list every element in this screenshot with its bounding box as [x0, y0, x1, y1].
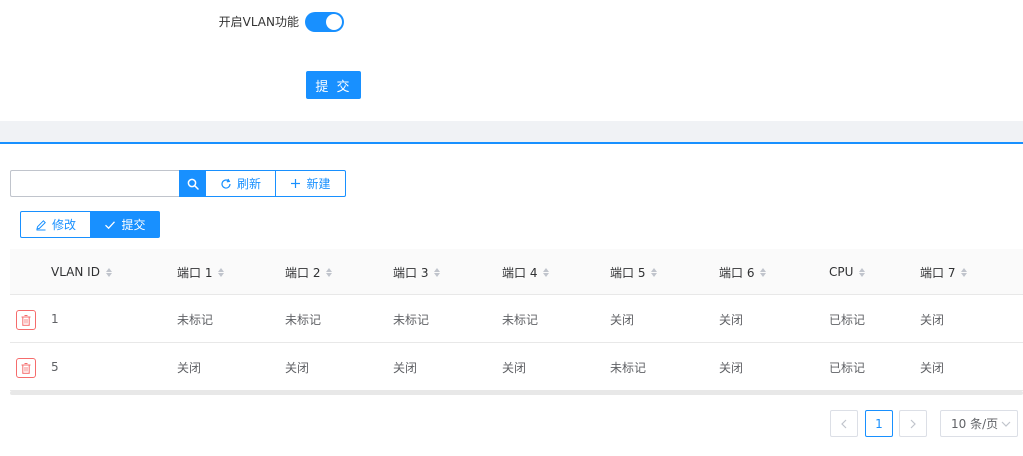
prev-page-button[interactable] — [830, 410, 858, 437]
search-button[interactable] — [179, 170, 206, 197]
page-size-label: 10 条/页 — [951, 417, 999, 431]
next-page-button[interactable] — [899, 410, 927, 437]
vlan-table: VLAN ID 端口 1 端口 2 端口 3 端口 4 端口 5 端口 6 CP… — [10, 249, 1023, 391]
cell-port-1: 未标记 — [177, 312, 214, 327]
sort-icon — [543, 267, 550, 277]
col-header-cpu[interactable]: CPU — [829, 249, 866, 295]
sort-icon — [760, 267, 767, 277]
delete-row-button[interactable] — [16, 358, 36, 378]
submit-button[interactable]: 提 交 — [306, 71, 361, 99]
cell-port-3: 未标记 — [393, 312, 430, 327]
table-row: 5 关闭 关闭 关闭 关闭 未标记 关闭 已标记 关闭 — [10, 343, 1023, 391]
refresh-icon — [221, 178, 231, 189]
section-accent-line — [0, 142, 1023, 144]
page-size-select[interactable]: 10 条/页 — [940, 410, 1018, 437]
col-header-port-3[interactable]: 端口 3 — [393, 249, 441, 295]
cell-port-2: 关闭 — [285, 360, 310, 375]
edit-icon — [36, 219, 46, 230]
cell-port-2: 未标记 — [285, 312, 322, 327]
edit-label: 修改 — [51, 218, 76, 232]
delete-icon — [21, 314, 31, 326]
delete-row-button[interactable] — [16, 310, 36, 330]
sort-icon — [434, 267, 441, 277]
search-icon — [187, 178, 199, 190]
cell-vlan-id: 5 — [51, 360, 59, 374]
col-header-vlan-id[interactable]: VLAN ID — [51, 249, 112, 295]
sort-icon — [218, 267, 225, 277]
delete-icon — [21, 362, 31, 374]
col-header-port-1[interactable]: 端口 1 — [177, 249, 225, 295]
chevron-left-icon — [841, 419, 847, 428]
vlan-toggle-switch[interactable] — [305, 12, 344, 32]
refresh-label: 刷新 — [236, 177, 261, 191]
sort-icon — [961, 267, 968, 277]
cell-port-4: 未标记 — [502, 312, 539, 327]
cell-port-6: 关闭 — [719, 312, 744, 327]
cell-port-5: 关闭 — [610, 312, 635, 327]
edit-button[interactable]: 修改 — [20, 211, 91, 238]
search-input[interactable] — [10, 170, 179, 197]
page-number-button[interactable]: 1 — [865, 410, 893, 437]
plus-icon — [291, 179, 301, 188]
sort-icon — [326, 267, 333, 277]
table-row: 1 未标记 未标记 未标记 未标记 关闭 关闭 已标记 关闭 — [10, 295, 1023, 343]
section-divider — [0, 121, 1023, 143]
col-header-port-5[interactable]: 端口 5 — [610, 249, 658, 295]
cell-port-7: 关闭 — [920, 312, 945, 327]
sort-icon — [859, 267, 866, 277]
sort-icon — [651, 267, 658, 277]
sort-icon — [105, 267, 112, 277]
commit-button[interactable]: 提交 — [90, 211, 160, 238]
cell-port-6: 关闭 — [719, 360, 744, 375]
chevron-down-icon — [1001, 421, 1011, 427]
cell-port-4: 关闭 — [502, 360, 527, 375]
refresh-button[interactable]: 刷新 — [205, 170, 276, 197]
cell-port-1: 关闭 — [177, 360, 202, 375]
new-button[interactable]: 新建 — [275, 170, 346, 197]
col-header-port-2[interactable]: 端口 2 — [285, 249, 333, 295]
cell-cpu: 已标记 — [829, 360, 866, 375]
cell-vlan-id: 1 — [51, 312, 59, 326]
col-header-port-4[interactable]: 端口 4 — [502, 249, 550, 295]
cell-port-7: 关闭 — [920, 360, 945, 375]
cell-port-3: 关闭 — [393, 360, 418, 375]
chevron-right-icon — [910, 419, 916, 428]
vlan-toggle-label: 开启VLAN功能 — [218, 15, 299, 29]
commit-label: 提交 — [121, 218, 146, 232]
cell-cpu: 已标记 — [829, 312, 866, 327]
check-icon — [105, 220, 116, 229]
table-horizontal-scrollbar[interactable] — [10, 391, 1023, 395]
table-header: VLAN ID 端口 1 端口 2 端口 3 端口 4 端口 5 端口 6 CP… — [10, 249, 1023, 295]
col-header-port-7[interactable]: 端口 7 — [920, 249, 968, 295]
toggle-knob — [326, 14, 342, 30]
cell-port-5: 未标记 — [610, 360, 647, 375]
col-header-port-6[interactable]: 端口 6 — [719, 249, 767, 295]
new-label: 新建 — [306, 177, 331, 191]
